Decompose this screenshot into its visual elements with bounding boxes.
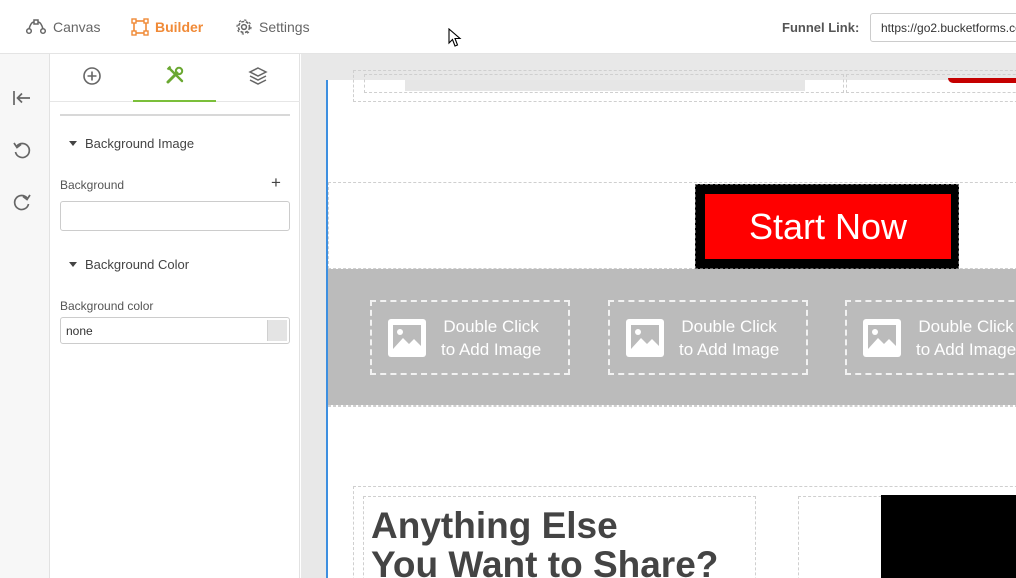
- headline-text[interactable]: Anything Else You Want to Share?: [371, 506, 718, 578]
- mouse-cursor-icon: [448, 27, 462, 53]
- background-color-input[interactable]: none: [60, 317, 290, 344]
- nav-builder-label: Builder: [155, 19, 204, 35]
- video-element[interactable]: [881, 495, 1016, 578]
- image-icon: [863, 318, 901, 357]
- bezier-icon: [25, 18, 47, 36]
- add-background-icon[interactable]: +: [271, 174, 281, 192]
- button-edge: [948, 78, 1016, 83]
- left-toolbar: [0, 54, 50, 578]
- section-background-color[interactable]: Background Color: [69, 257, 189, 272]
- image-placeholder[interactable]: Double Click to Add Image: [845, 300, 1016, 375]
- nav-builder[interactable]: Builder: [131, 0, 203, 54]
- image-placeholder-text: Double Click to Add Image: [916, 316, 1016, 359]
- image-placeholder-text: Double Click to Add Image: [679, 316, 780, 359]
- image-row: Double Click to Add Image Double Click to …: [328, 269, 1016, 405]
- caret-down-icon: [69, 262, 77, 267]
- nav-canvas-label: Canvas: [53, 19, 101, 35]
- section-outline: [328, 405, 1016, 407]
- start-now-button[interactable]: Start Now: [705, 194, 951, 259]
- image-icon: [626, 318, 664, 357]
- section-background-image-title: Background Image: [85, 136, 195, 151]
- background-field-label: Background: [60, 178, 125, 192]
- funnel-link-label: Funnel Link:: [782, 20, 860, 35]
- panel-tabs: [50, 54, 300, 102]
- image-placeholder-text: Double Click to Add Image: [441, 316, 542, 359]
- redo-icon[interactable]: [11, 191, 33, 213]
- cta-element[interactable]: Start Now: [695, 184, 959, 269]
- tab-style[interactable]: [133, 54, 216, 102]
- tab-add[interactable]: [50, 54, 133, 102]
- column-outline: [846, 74, 1016, 93]
- builder-canvas: Start Now Double Click to Add Image Doubl…: [301, 54, 1016, 578]
- background-image-input[interactable]: [60, 201, 290, 231]
- image-placeholder[interactable]: Double Click to Add Image: [370, 300, 570, 375]
- panel-divider: [60, 114, 290, 116]
- tab-layers[interactable]: [216, 54, 299, 102]
- properties-panel: Background Image Background + Background…: [50, 54, 300, 578]
- collapse-icon[interactable]: [11, 87, 33, 109]
- gear-icon: [235, 18, 253, 36]
- background-color-label: Background color: [60, 299, 154, 313]
- tools-icon: [165, 65, 185, 90]
- placeholder-bar: [405, 80, 805, 91]
- page-preview: Start Now Double Click to Add Image Doubl…: [326, 70, 1016, 578]
- nav-settings[interactable]: Settings: [235, 0, 310, 54]
- builder-icon: [131, 18, 149, 36]
- funnel-link-input[interactable]: [870, 13, 1016, 42]
- color-swatch[interactable]: [267, 320, 287, 341]
- section-background-color-title: Background Color: [85, 257, 190, 272]
- section-background-image[interactable]: Background Image: [69, 136, 194, 151]
- caret-down-icon: [69, 141, 77, 146]
- image-placeholder[interactable]: Double Click to Add Image: [608, 300, 808, 375]
- top-bar: Canvas Builder Settings Funnel Link:: [0, 0, 1016, 54]
- image-icon: [388, 318, 426, 357]
- background-color-value: none: [66, 324, 93, 338]
- layers-icon: [247, 66, 268, 91]
- plus-circle-icon: [82, 66, 102, 91]
- nav-canvas[interactable]: Canvas: [25, 0, 100, 54]
- nav-settings-label: Settings: [259, 19, 310, 35]
- undo-icon[interactable]: [11, 139, 33, 161]
